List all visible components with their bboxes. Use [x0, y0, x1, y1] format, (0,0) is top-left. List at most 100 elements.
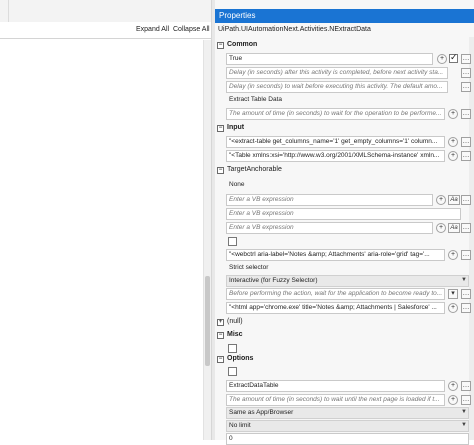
collapse-toggle-icon[interactable]: − — [217, 125, 224, 132]
prop-selector: "<webctrl aria-label='Notes &amp; Attach… — [226, 249, 471, 261]
collapse-toggle-icon[interactable]: − — [217, 42, 224, 49]
properties-pane: Properties UiPath.UIAutomationNext.Activ… — [215, 0, 474, 445]
prop-wait-ready: Before performing the action, wait for t… — [226, 288, 471, 300]
continue-on-error-field[interactable]: True — [226, 53, 433, 65]
ellipsis-button[interactable]: … — [461, 151, 471, 161]
designer-scroll-thumb[interactable] — [205, 276, 210, 366]
designer-scrollbar[interactable] — [204, 40, 211, 440]
category-label: Common — [227, 41, 258, 48]
ellipsis-button[interactable]: … — [461, 54, 471, 64]
prop-vb-1: Enter a VB expression + Aa … — [226, 194, 471, 206]
collapse-toggle-icon[interactable]: − — [217, 356, 224, 363]
wait-ready-field[interactable]: Before performing the action, wait for t… — [226, 288, 445, 300]
table-data-field[interactable]: "<Table xmlns:xsi='http://www.w3.org/200… — [226, 150, 445, 162]
category-label: Misc — [227, 331, 243, 338]
category-label: Options — [227, 355, 254, 362]
add-expression-icon[interactable]: + — [448, 303, 458, 313]
prop-delay-before: Delay (in seconds) to wait before execut… — [226, 81, 471, 93]
ellipsis-button[interactable]: … — [461, 289, 471, 299]
prop-options-checkbox — [226, 366, 469, 378]
expand-all-link[interactable]: Expand All — [136, 26, 169, 33]
prop-window-selector: "<html app='chrome.exe' title='Notes &am… — [226, 302, 471, 314]
delay-before-field[interactable]: Delay (in seconds) to wait before execut… — [226, 81, 448, 93]
interactive-dropdown[interactable]: Interactive (for Fuzzy Selector) — [226, 275, 469, 287]
ellipsis-button[interactable]: … — [461, 381, 471, 391]
ellipsis-button[interactable]: … — [461, 223, 471, 233]
prop-display-name: Extract Table Data — [226, 94, 469, 106]
last-value-field[interactable]: 0 — [226, 433, 469, 445]
designer-pane: Expand All Collapse All — [0, 0, 211, 440]
add-expression-icon[interactable]: + — [448, 395, 458, 405]
properties-scrollbar[interactable] — [469, 37, 474, 440]
designer-toolbar: Expand All Collapse All — [0, 22, 211, 39]
datatable-field[interactable]: ExtractDataTable — [226, 380, 445, 392]
window-selector-field[interactable]: "<html app='chrome.exe' title='Notes &am… — [226, 302, 445, 314]
prop-delay-after: Delay (in seconds) after this activity i… — [226, 67, 471, 79]
add-expression-icon[interactable]: + — [436, 223, 446, 233]
prop-none: None — [226, 179, 469, 191]
chevron-down-icon[interactable]: ▾ — [448, 289, 458, 299]
designer-canvas[interactable] — [0, 40, 204, 440]
category-label: TargetAnchorable — [227, 166, 282, 173]
prop-misc-checkbox — [226, 343, 469, 355]
ellipsis-button[interactable]: … — [461, 195, 471, 205]
delay-after-field[interactable]: Delay (in seconds) after this activity i… — [226, 67, 448, 79]
ellipsis-button[interactable]: … — [461, 137, 471, 147]
null-label: (null) — [227, 318, 243, 325]
ellipsis-button[interactable]: … — [461, 395, 471, 405]
same-as-dropdown[interactable]: Same as App/Browser — [226, 407, 469, 419]
prop-same-as: Same as App/Browser ▼ — [226, 407, 469, 419]
collapse-toggle-icon[interactable]: − — [217, 332, 224, 339]
text-format-icon[interactable]: Aa — [448, 223, 460, 233]
text-format-icon[interactable]: Aa — [448, 195, 460, 205]
option-checkbox[interactable] — [228, 367, 237, 376]
prop-timeout: The amount of time (in seconds) to wait … — [226, 108, 471, 120]
properties-header: Properties — [215, 9, 474, 23]
option-checkbox[interactable] — [228, 237, 237, 246]
display-name-field[interactable]: Extract Table Data — [226, 94, 469, 106]
ellipsis-button[interactable]: … — [461, 82, 471, 92]
collapse-all-link[interactable]: Collapse All — [173, 26, 210, 33]
collapse-toggle-icon[interactable]: − — [217, 167, 224, 174]
add-expression-icon[interactable]: + — [448, 137, 458, 147]
add-expression-icon[interactable]: + — [448, 109, 458, 119]
prop-continue-on-error: True + … — [226, 52, 471, 65]
add-expression-icon[interactable]: + — [448, 250, 458, 260]
chevron-down-icon: ▼ — [461, 422, 467, 428]
extract-metadata-field[interactable]: "<extract-table get_columns_name='1' get… — [226, 136, 445, 148]
chevron-down-icon: ▼ — [461, 277, 467, 283]
vb-expression-field[interactable]: Enter a VB expression — [226, 208, 461, 220]
option-checkbox[interactable] — [228, 344, 237, 353]
prop-datatable: ExtractDataTable + … — [226, 380, 471, 392]
prop-checkbox-1 — [226, 236, 469, 248]
prop-vb-3: Enter a VB expression + Aa … — [226, 222, 471, 234]
add-expression-icon[interactable]: + — [448, 151, 458, 161]
add-expression-icon[interactable]: + — [436, 195, 446, 205]
prop-table-data: "<Table xmlns:xsi='http://www.w3.org/200… — [226, 150, 471, 162]
ellipsis-button[interactable]: … — [461, 303, 471, 313]
prop-strict-selector: Strict selector — [226, 262, 469, 274]
vb-expression-field[interactable]: Enter a VB expression — [226, 194, 433, 206]
prop-interactive: Interactive (for Fuzzy Selector) ▼ — [226, 275, 469, 287]
tab-edge — [0, 0, 9, 22]
strict-selector-value[interactable]: Strict selector — [226, 262, 469, 274]
limit-dropdown[interactable]: No limit — [226, 420, 469, 432]
chevron-down-icon: ▼ — [461, 409, 467, 415]
continue-on-error-checkbox[interactable] — [449, 52, 458, 63]
next-page-delay-field[interactable]: The amount of time (in seconds) to wait … — [226, 394, 445, 406]
category-label: Input — [227, 124, 245, 131]
prop-vb-2: Enter a VB expression — [226, 208, 469, 220]
prop-extract-metadata: "<extract-table get_columns_name='1' get… — [226, 136, 471, 148]
none-value[interactable]: None — [226, 179, 469, 191]
ellipsis-button[interactable]: … — [461, 250, 471, 260]
ellipsis-button[interactable]: … — [461, 109, 471, 119]
add-expression-icon[interactable]: + — [437, 54, 447, 64]
vb-expression-field[interactable]: Enter a VB expression — [226, 222, 433, 234]
selector-field[interactable]: "<webctrl aria-label='Notes &amp; Attach… — [226, 249, 445, 261]
designer-tab-strip — [0, 0, 211, 22]
ellipsis-button[interactable]: … — [461, 68, 471, 78]
expand-toggle-icon[interactable]: + — [217, 319, 224, 326]
prop-last: 0 — [226, 433, 469, 445]
timeout-field[interactable]: The amount of time (in seconds) to wait … — [226, 108, 445, 120]
add-expression-icon[interactable]: + — [448, 381, 458, 391]
